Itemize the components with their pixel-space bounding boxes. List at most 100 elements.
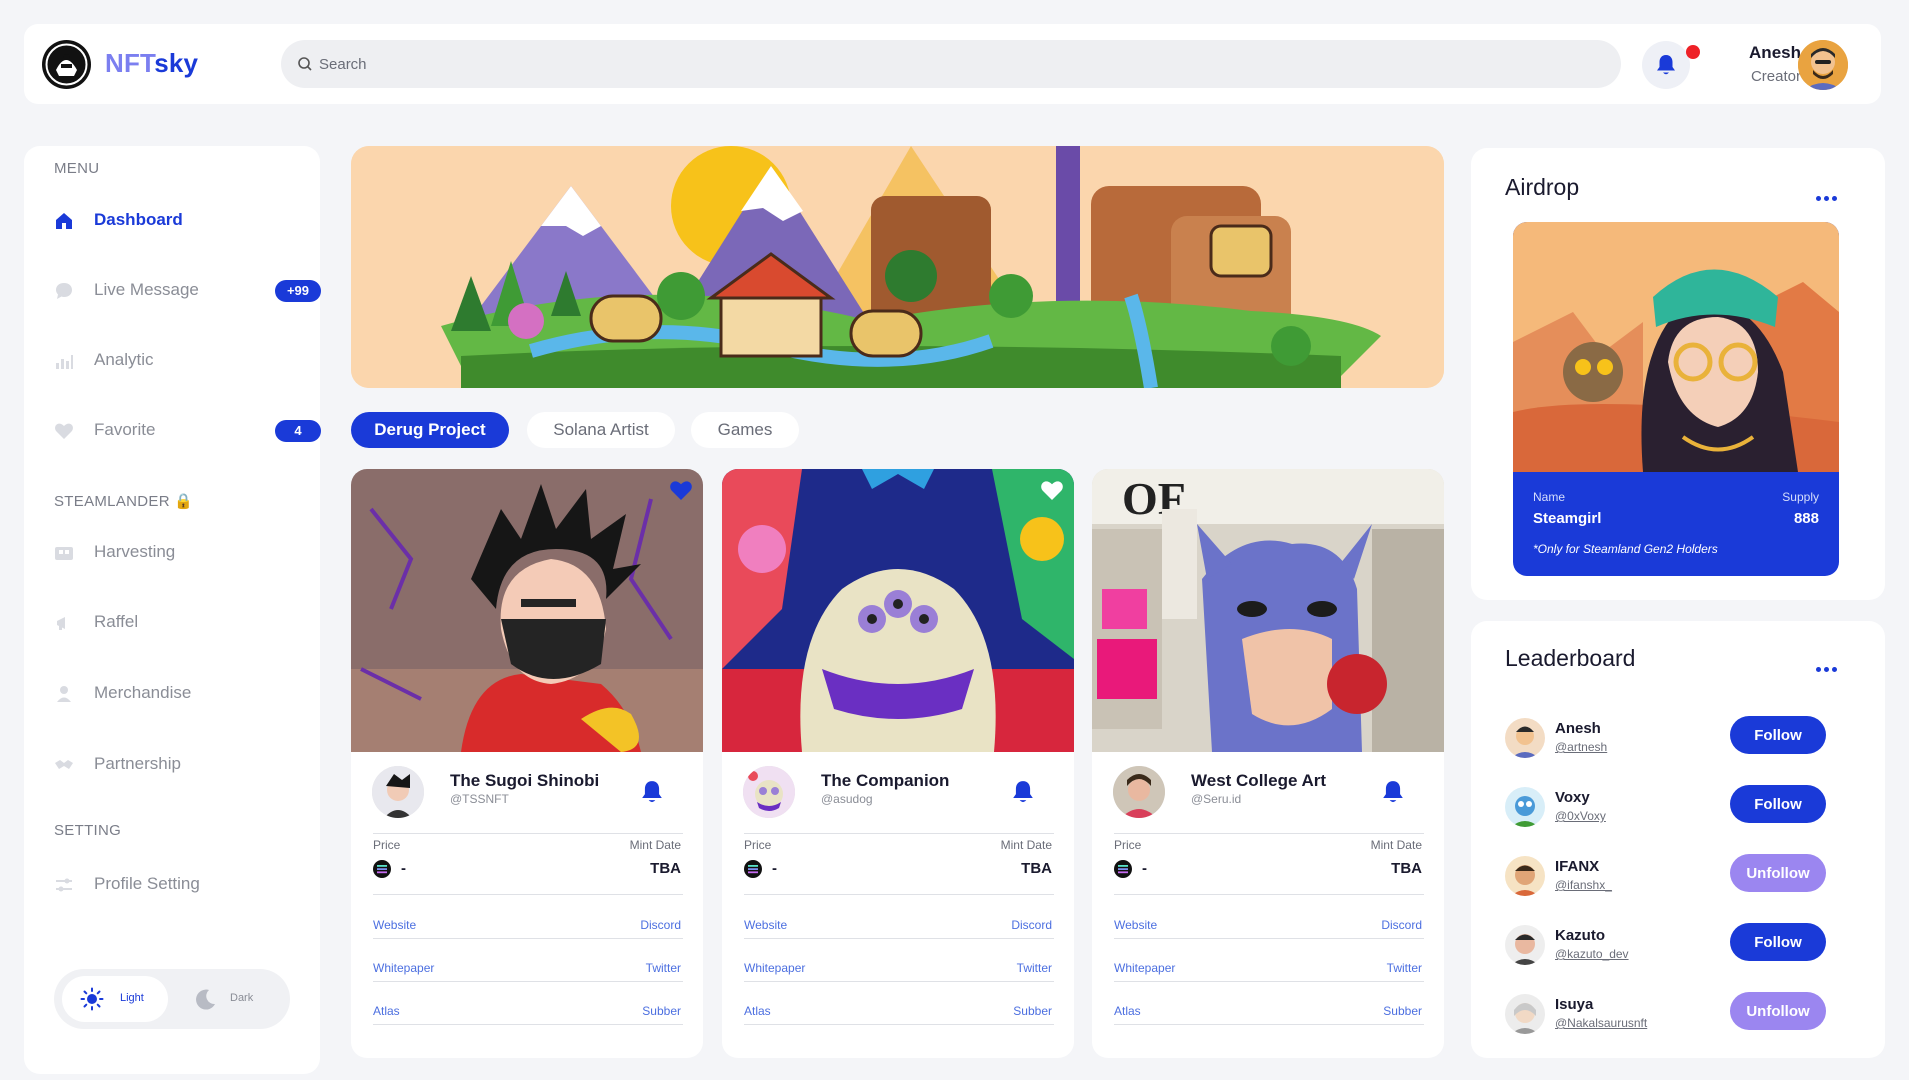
sidebar: MENU Dashboard Live Message +99 Analytic… [24, 146, 321, 1074]
notification-dot [1686, 45, 1700, 59]
leaderboard-panel: Leaderboard Anesh @artnesh Follow Voxy @… [1471, 621, 1885, 1058]
leaderboard-row: Anesh @artnesh Follow [1505, 714, 1855, 764]
divider [744, 1024, 1054, 1025]
leaderboard-title: Leaderboard [1505, 645, 1636, 671]
project-artwork: OF [1092, 469, 1444, 752]
sidebar-item-live-message[interactable]: Live Message +99 [54, 272, 321, 308]
divider [373, 894, 683, 895]
more-options-icon[interactable] [1816, 659, 1840, 672]
project-avatar [372, 766, 424, 818]
avatar[interactable] [1505, 718, 1545, 758]
website-link[interactable]: Website [744, 918, 787, 932]
mint-date-label: Mint Date [629, 838, 681, 852]
brand-name[interactable]: NFTsky [105, 48, 198, 79]
follow-button[interactable]: Follow [1730, 716, 1826, 754]
heart-icon [55, 423, 73, 439]
unfollow-button[interactable]: Unfollow [1730, 992, 1826, 1030]
sidebar-item-partnership[interactable]: Partnership [54, 746, 294, 782]
sidebar-item-favorite[interactable]: Favorite 4 [54, 412, 321, 448]
twitter-link[interactable]: Twitter [1387, 961, 1422, 975]
leaderboard-handle[interactable]: @Nakalsaurusnft [1555, 1016, 1647, 1030]
sidebar-item-profile-setting[interactable]: Profile Setting [54, 866, 294, 902]
leaderboard-row: IFANX @ifanshx_ Unfollow [1505, 852, 1855, 902]
avatar[interactable] [1505, 787, 1545, 827]
leaderboard-handle[interactable]: @0xVoxy [1555, 809, 1606, 823]
user-avatar[interactable] [1798, 40, 1848, 90]
notify-bell-icon[interactable] [641, 780, 663, 804]
dark-mode-button[interactable]: Dark [184, 976, 284, 1022]
hero-banner [351, 146, 1444, 388]
follow-button[interactable]: Follow [1730, 785, 1826, 823]
sidebar-item-merchandise[interactable]: Merchandise [54, 675, 294, 711]
notification-button[interactable] [1642, 41, 1700, 89]
discord-link[interactable]: Discord [1011, 918, 1052, 932]
whitepaper-link[interactable]: Whitepaper [1114, 961, 1175, 975]
divider [1114, 938, 1424, 939]
divider [744, 938, 1054, 939]
solana-icon [744, 860, 762, 878]
airdrop-panel: Airdrop Name Supply Steamgirl 888 *Only … [1471, 148, 1885, 600]
search-input[interactable] [319, 40, 1599, 88]
sidebar-item-harvesting[interactable]: Harvesting [54, 534, 294, 570]
light-mode-button[interactable]: Light [62, 976, 168, 1022]
airdrop-card[interactable]: Name Supply Steamgirl 888 *Only for Stea… [1513, 222, 1839, 576]
divider [1114, 981, 1424, 982]
sidebar-item-label: Merchandise [94, 683, 192, 702]
airdrop-name-label: Name [1533, 490, 1566, 504]
top-bar: NFTsky Anesh Creator [24, 24, 1881, 104]
subber-link[interactable]: Subber [1383, 1004, 1422, 1018]
leaderboard-name: Kazuto [1555, 927, 1605, 944]
brand-name-part2: sky [154, 48, 199, 78]
favorite-heart-icon[interactable] [669, 479, 693, 501]
airdrop-name-value: Steamgirl [1533, 510, 1602, 527]
price-label: Price [744, 838, 772, 852]
atlas-link[interactable]: Atlas [1114, 1004, 1141, 1018]
tab-derug-project[interactable]: Derug Project [351, 412, 509, 448]
favorite-heart-icon[interactable] [1040, 479, 1064, 501]
leaderboard-handle[interactable]: @kazuto_dev [1555, 947, 1629, 961]
twitter-link[interactable]: Twitter [646, 961, 681, 975]
mint-date-value: TBA [1021, 860, 1052, 877]
sidebar-item-dashboard[interactable]: Dashboard [54, 202, 294, 238]
solana-icon [1114, 860, 1132, 878]
discord-link[interactable]: Discord [640, 918, 681, 932]
brand-logo-icon[interactable] [42, 40, 91, 89]
discord-link[interactable]: Discord [1381, 918, 1422, 932]
website-link[interactable]: Website [1114, 918, 1157, 932]
leaderboard-handle[interactable]: @ifanshx_ [1555, 878, 1612, 892]
project-card[interactable]: The Companion @asudog Price Mint Date - … [722, 469, 1074, 1058]
divider [744, 981, 1054, 982]
leaderboard-name: Anesh [1555, 720, 1601, 737]
avatar[interactable] [1505, 856, 1545, 896]
atlas-link[interactable]: Atlas [744, 1004, 771, 1018]
mint-date-value: TBA [1391, 860, 1422, 877]
subber-link[interactable]: Subber [1013, 1004, 1052, 1018]
airdrop-note: *Only for Steamland Gen2 Holders [1533, 542, 1718, 556]
project-title: The Companion [821, 771, 950, 790]
sidebar-item-raffel[interactable]: Raffel [54, 604, 294, 640]
whitepaper-link[interactable]: Whitepaper [744, 961, 805, 975]
divider [373, 1024, 683, 1025]
leaderboard-handle[interactable]: @artnesh [1555, 740, 1607, 754]
project-card[interactable]: OF West College Art @Seru.id Price Mint … [1092, 469, 1444, 1058]
chat-icon [56, 283, 72, 299]
dark-mode-label: Dark [230, 992, 254, 1004]
project-card[interactable]: The Sugoi Shinobi @TSSNFT Price Mint Dat… [351, 469, 703, 1058]
avatar[interactable] [1505, 925, 1545, 965]
subber-link[interactable]: Subber [642, 1004, 681, 1018]
avatar[interactable] [1505, 994, 1545, 1034]
whitepaper-link[interactable]: Whitepaper [373, 961, 434, 975]
tab-games[interactable]: Games [691, 412, 799, 448]
notify-bell-icon[interactable] [1012, 780, 1034, 804]
unfollow-button[interactable]: Unfollow [1730, 854, 1826, 892]
atlas-link[interactable]: Atlas [373, 1004, 400, 1018]
sidebar-item-analytic[interactable]: Analytic [54, 342, 294, 378]
more-options-icon[interactable] [1816, 188, 1840, 201]
divider [1114, 894, 1424, 895]
solana-icon [373, 860, 391, 878]
follow-button[interactable]: Follow [1730, 923, 1826, 961]
twitter-link[interactable]: Twitter [1017, 961, 1052, 975]
tab-solana-artist[interactable]: Solana Artist [527, 412, 675, 448]
website-link[interactable]: Website [373, 918, 416, 932]
notify-bell-icon[interactable] [1382, 780, 1404, 804]
